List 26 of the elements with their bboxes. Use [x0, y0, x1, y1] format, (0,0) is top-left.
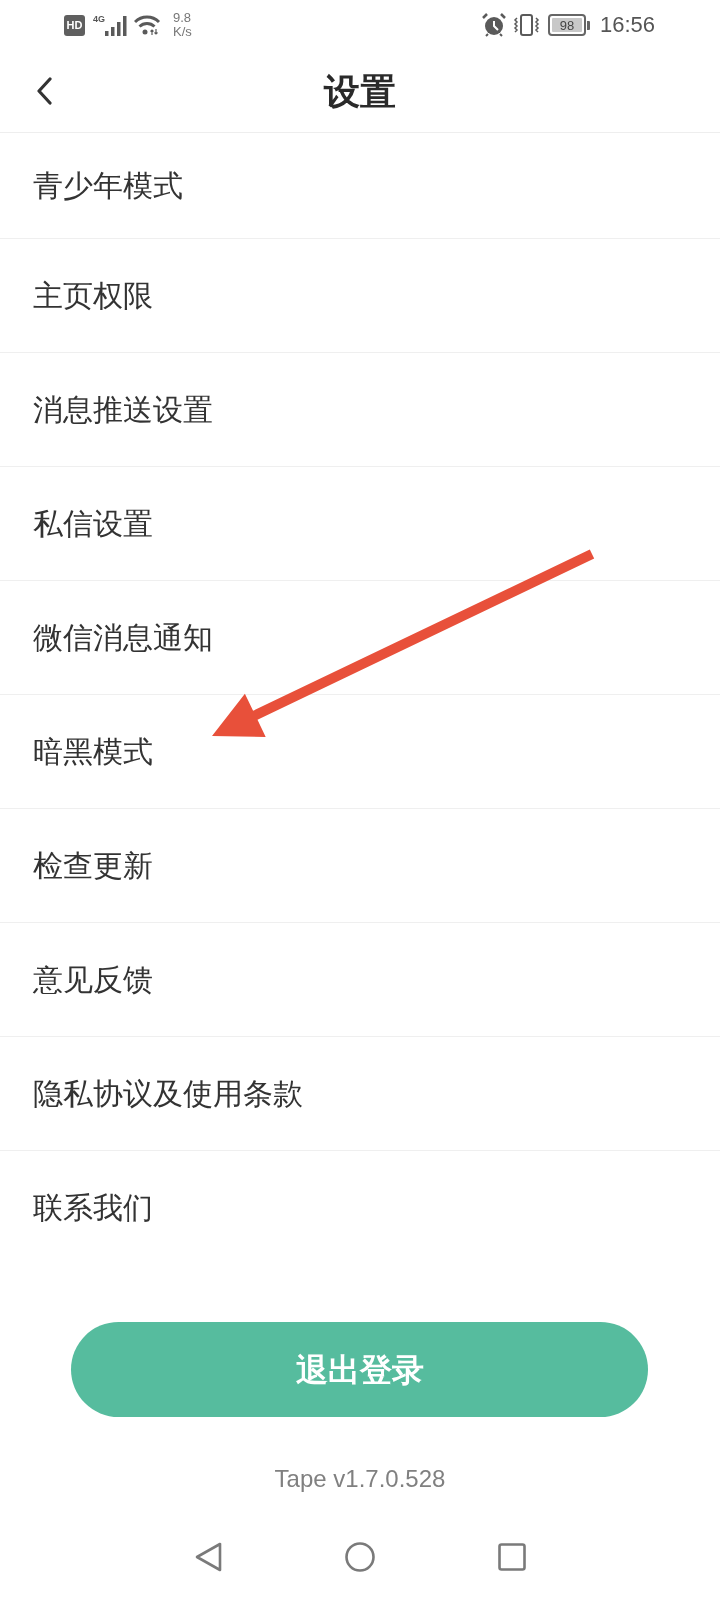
- vibrate-icon: [511, 14, 541, 36]
- network-speed-unit: K/s: [173, 25, 192, 39]
- square-recents-icon: [498, 1543, 526, 1571]
- triangle-back-icon: [194, 1542, 222, 1572]
- settings-item[interactable]: 联系我们: [0, 1151, 720, 1265]
- settings-item[interactable]: 隐私协议及使用条款: [0, 1037, 720, 1151]
- nav-recents-button[interactable]: [498, 1542, 526, 1572]
- nav-back-button[interactable]: [194, 1542, 222, 1572]
- page-title: 设置: [324, 73, 396, 109]
- network-type-label: 4G: [93, 14, 105, 24]
- wifi-icon: [134, 15, 161, 35]
- battery-percent: 98: [551, 18, 582, 32]
- network-speed-value: 9.8: [173, 11, 192, 25]
- settings-item[interactable]: 青少年模式: [0, 133, 720, 239]
- settings-item[interactable]: 意见反馈: [0, 923, 720, 1037]
- settings-item[interactable]: 消息推送设置: [0, 353, 720, 467]
- settings-item[interactable]: 检查更新: [0, 809, 720, 923]
- settings-item[interactable]: 主页权限: [0, 239, 720, 353]
- back-chevron-icon: [36, 77, 52, 105]
- alarm-icon: [481, 13, 506, 37]
- signal-icon: [105, 16, 127, 36]
- clock-time: 16:56: [599, 14, 655, 36]
- version-text: Tape v1.7.0.528: [274, 1465, 446, 1493]
- nav-home-button[interactable]: [345, 1542, 375, 1572]
- circle-home-icon: [345, 1542, 375, 1572]
- hd-badge: HD: [64, 14, 85, 36]
